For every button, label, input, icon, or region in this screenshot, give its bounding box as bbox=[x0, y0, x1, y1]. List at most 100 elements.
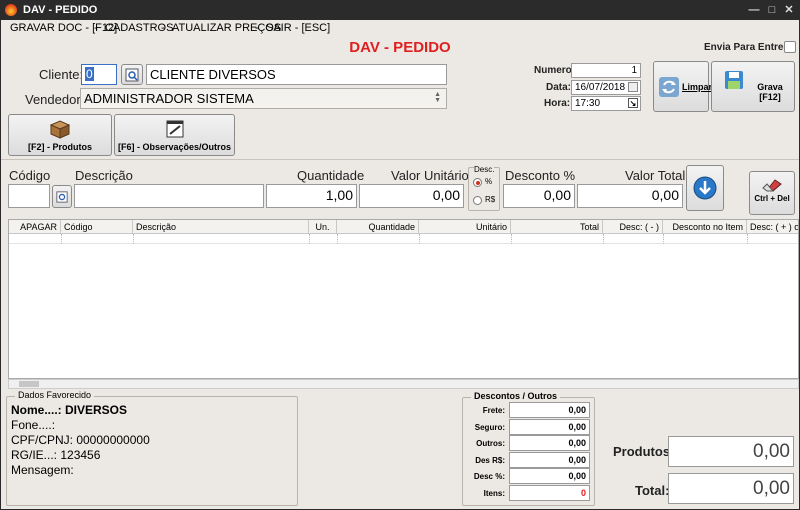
menu-separator: - bbox=[161, 22, 165, 34]
col-unitario[interactable]: Unitário bbox=[419, 220, 511, 234]
desc-frete-input[interactable]: 0,00 bbox=[509, 402, 590, 418]
items-grid[interactable]: APAGAR Código Descrição Un. Quantidade U… bbox=[8, 219, 799, 379]
total-label: Total: bbox=[635, 483, 670, 498]
hora-input[interactable]: 17:30 ↘ bbox=[571, 96, 641, 111]
search-icon bbox=[56, 191, 68, 203]
eraser-icon bbox=[762, 179, 782, 192]
desc-outros-label: Outros: bbox=[476, 439, 505, 448]
col-descricao[interactable]: Descrição bbox=[133, 220, 309, 234]
col-quantidade[interactable]: Quantidade bbox=[337, 220, 419, 234]
data-value: 16/07/2018 bbox=[575, 82, 626, 93]
scrollbar-thumb[interactable] bbox=[19, 381, 39, 387]
desc-des-rs-input[interactable]: 0,00 bbox=[509, 451, 590, 468]
limpar-button[interactable]: Limpar bbox=[653, 61, 712, 112]
arrow-down-icon bbox=[693, 176, 717, 200]
numero-input[interactable]: 1 bbox=[571, 63, 641, 78]
hora-value: 17:30 bbox=[575, 98, 601, 109]
table-row[interactable] bbox=[9, 234, 798, 244]
desc-itens-input: 0 bbox=[509, 484, 590, 501]
valor-total-label: Valor Total bbox=[625, 168, 686, 183]
rs-radio[interactable] bbox=[473, 196, 482, 205]
valor-total-input[interactable]: 0,00 bbox=[577, 184, 683, 208]
desc-type-group: Desc. % R$ bbox=[468, 165, 500, 211]
tab-observacoes[interactable]: [F6] - Observações/Outros bbox=[114, 114, 235, 156]
descricao-input[interactable] bbox=[74, 184, 264, 208]
cliente-name-input[interactable]: CLIENTE DIVERSOS bbox=[146, 64, 447, 85]
grava-label: Grava [F12] bbox=[757, 82, 783, 102]
cliente-search-button[interactable] bbox=[121, 64, 143, 85]
ctrl-del-label: Ctrl + Del bbox=[754, 194, 790, 203]
col-desc-plus[interactable]: Desc: ( + ) o bbox=[747, 220, 798, 234]
dados-favorecido-title: Dados Favorecido bbox=[15, 390, 95, 400]
favorecido-nome: Nome....: DIVERSOS bbox=[11, 403, 128, 417]
app-icon bbox=[5, 4, 17, 16]
desc-seguro-input[interactable]: 0,00 bbox=[509, 418, 590, 435]
col-desconto-item[interactable]: Desconto no Item bbox=[663, 220, 747, 234]
codigo-input[interactable] bbox=[8, 184, 50, 208]
page-title: DAV - PEDIDO bbox=[349, 39, 451, 56]
tab-observacoes-label: [F6] - Observações/Outros bbox=[117, 142, 232, 152]
dav-pedido-window: DAV - PEDIDO — □ ✕ GRAVAR DOC - [F12] - … bbox=[0, 0, 800, 510]
envia-entrega-checkbox[interactable] bbox=[784, 41, 796, 53]
col-codigo[interactable]: Código bbox=[61, 220, 133, 234]
favorecido-fone: Fone....: bbox=[11, 418, 56, 432]
menu-atualizar-precos[interactable]: ATUALIZAR PREÇOS bbox=[172, 22, 281, 34]
favorecido-rg: RG/IE...: 123456 bbox=[11, 448, 101, 462]
produto-search-button[interactable] bbox=[52, 185, 72, 208]
desc-seguro-label: Seguro: bbox=[474, 422, 505, 432]
data-label: Data: bbox=[546, 82, 572, 93]
desc-itens-label: Itens: bbox=[483, 488, 505, 498]
desc-outros-input[interactable]: 0,00 bbox=[509, 435, 590, 451]
minimize-button[interactable]: — bbox=[747, 3, 761, 17]
title-bar: DAV - PEDIDO — □ ✕ bbox=[1, 1, 799, 20]
grid-header: APAGAR Código Descrição Un. Quantidade U… bbox=[9, 220, 798, 234]
calendar-icon[interactable] bbox=[628, 82, 638, 92]
data-input[interactable]: 16/07/2018 bbox=[571, 80, 641, 95]
horizontal-scrollbar[interactable] bbox=[8, 379, 799, 389]
menu-gravar-doc[interactable]: GRAVAR DOC - [F12] bbox=[10, 22, 117, 34]
clock-icon[interactable]: ↘ bbox=[628, 98, 638, 108]
produtos-total-label: Produtos: bbox=[613, 444, 675, 459]
desconto-input[interactable]: 0,00 bbox=[503, 184, 575, 208]
cliente-code-text: 0 bbox=[85, 67, 94, 81]
grava-button[interactable]: Grava [F12] bbox=[711, 61, 795, 112]
quantidade-label: Quantidade bbox=[297, 168, 365, 183]
descontos-title: Descontos / Outros bbox=[471, 391, 561, 401]
desc-desc-percent-input[interactable]: 0,00 bbox=[509, 468, 590, 484]
notepad-pen-icon bbox=[166, 120, 183, 138]
desc-group-label: Desc. bbox=[474, 165, 495, 174]
desc-frete-label: Frete: bbox=[482, 406, 505, 415]
total-value: 0,00 bbox=[668, 473, 794, 504]
cliente-code-input[interactable]: 0 bbox=[81, 64, 117, 85]
vendedor-value: ADMINISTRADOR SISTEMA bbox=[84, 91, 254, 106]
dados-favorecido-group: Dados Favorecido Nome....: DIVERSOS Fone… bbox=[6, 390, 298, 506]
menu-separator: - bbox=[255, 22, 259, 34]
col-total[interactable]: Total bbox=[511, 220, 603, 234]
percent-radio[interactable] bbox=[473, 178, 482, 187]
percent-radio-label: % bbox=[485, 177, 493, 186]
tab-produtos[interactable]: [F2] - Produtos bbox=[8, 114, 112, 156]
col-desc-minus[interactable]: Desc: ( - ) bbox=[603, 220, 663, 234]
box-icon bbox=[49, 120, 71, 139]
numero-label: Numero: bbox=[534, 65, 576, 76]
search-icon bbox=[125, 68, 139, 82]
menu-sair[interactable]: SAIR - [ESC] bbox=[266, 22, 330, 34]
ctrl-del-button[interactable]: Ctrl + Del bbox=[749, 171, 795, 215]
favorecido-mensagem: Mensagem: bbox=[11, 463, 74, 477]
quantidade-input[interactable]: 1,00 bbox=[266, 184, 357, 208]
add-item-button[interactable] bbox=[686, 165, 724, 211]
desc-desc-percent-label: Desc %: bbox=[473, 472, 505, 481]
close-button[interactable]: ✕ bbox=[782, 3, 796, 17]
col-un[interactable]: Un. bbox=[309, 220, 337, 234]
desc-des-rs-label: Des R$: bbox=[475, 455, 505, 465]
refresh-icon bbox=[659, 77, 679, 97]
menu-separator: - bbox=[94, 22, 98, 34]
produtos-total-value: 0,00 bbox=[668, 436, 794, 467]
updown-arrow-icon: ▲ ▼ bbox=[434, 91, 441, 104]
vendedor-select[interactable]: ADMINISTRADOR SISTEMA ▲ ▼ bbox=[80, 88, 447, 109]
desconto-label: Desconto % bbox=[505, 168, 576, 183]
col-apagar[interactable]: APAGAR bbox=[9, 220, 61, 234]
valor-unitario-input[interactable]: 0,00 bbox=[359, 184, 464, 208]
tab-produtos-label: [F2] - Produtos bbox=[28, 142, 92, 152]
maximize-button[interactable]: □ bbox=[765, 3, 779, 17]
